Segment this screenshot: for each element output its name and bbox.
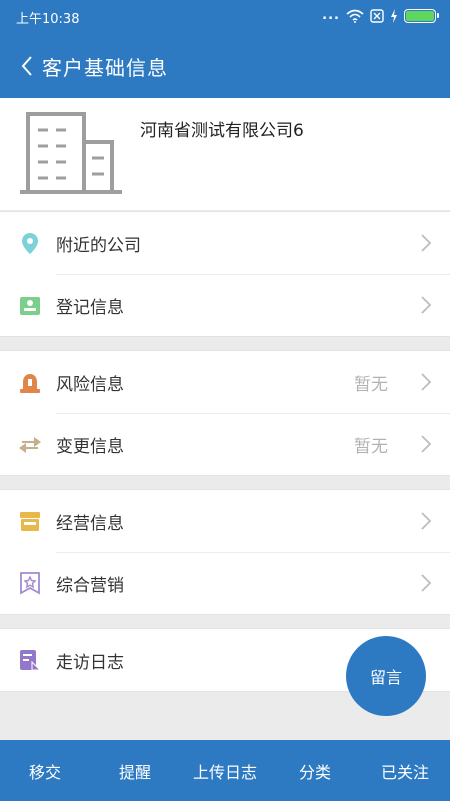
building-icon [20,112,122,194]
menu-item-label: 经营信息 [56,513,124,534]
id-card-icon [20,297,40,315]
menu-item-label: 登记信息 [56,297,124,318]
menu-item-change[interactable]: 变更信息 暂无 [0,413,450,475]
more-dots: ... [322,8,340,23]
chevron-right-icon [421,373,432,391]
menu-item-nearby[interactable]: 附近的公司 [0,212,450,274]
leave-message-button[interactable]: 留言 [346,636,426,716]
followed-button[interactable]: 已关注 [360,759,450,783]
chevron-right-icon [421,574,432,592]
menu-item-operation[interactable]: 经营信息 [0,490,450,552]
menu-group-basic: 附近的公司 登记信息 [0,211,450,337]
star-ribbon-icon [20,572,40,595]
transfer-button[interactable]: 移交 [0,759,90,783]
company-name: 河南省测试有限公司6 [140,121,304,141]
chevron-left-icon[interactable] [12,46,42,86]
wifi-icon [346,9,364,23]
alarm-light-icon [20,374,40,393]
menu-item-label: 附近的公司 [56,235,141,256]
sim-icon [370,8,384,23]
battery-icon [404,8,439,23]
page-title: 客户基础信息 [42,55,168,80]
chevron-right-icon [421,435,432,453]
category-button[interactable]: 分类 [270,759,360,783]
charging-icon [391,8,397,23]
menu-item-label: 风险信息 [56,374,124,395]
status-bar: 上午10:38 ... [0,0,450,34]
menu-item-marketing[interactable]: 综合营销 [0,552,450,614]
menu-item-registration[interactable]: 登记信息 [0,274,450,336]
location-pin-icon [22,233,38,254]
menu-item-risk[interactable]: 风险信息 暂无 [0,351,450,413]
reminder-button[interactable]: 提醒 [90,759,180,783]
chevron-right-icon [421,512,432,530]
visit-log-icon [20,650,42,671]
menu-item-label: 变更信息 [56,436,124,457]
swap-arrows-icon [19,437,41,453]
store-icon [20,512,40,531]
status-text: 暂无 [354,436,388,457]
menu-group-risk: 风险信息 暂无 变更信息 暂无 [0,350,450,476]
menu-group-business: 经营信息 综合营销 [0,489,450,615]
status-time: 上午10:38 [16,12,80,27]
chevron-right-icon [421,234,432,252]
upload-log-button[interactable]: 上传日志 [180,759,270,783]
chevron-right-icon [421,296,432,314]
company-card: 河南省测试有限公司6 [0,98,450,210]
status-text: 暂无 [354,374,388,395]
status-icons: ... [322,8,439,23]
bottom-action-bar: 移交 提醒 上传日志 分类 已关注 [0,740,450,801]
title-bar: 客户基础信息 [0,34,450,98]
menu-item-label: 走访日志 [56,652,124,673]
menu-item-label: 综合营销 [56,575,124,596]
